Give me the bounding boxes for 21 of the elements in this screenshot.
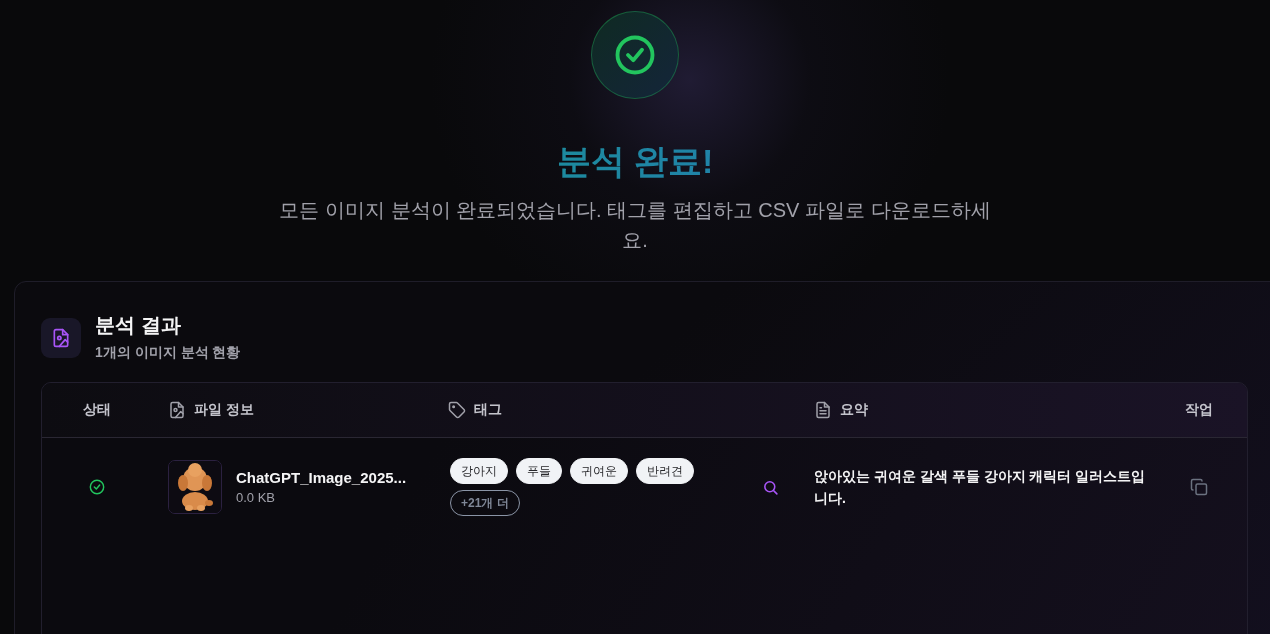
column-header: 상태 <box>83 401 111 419</box>
file-size: 0.0 KB <box>236 490 277 505</box>
page-subtitle: 모든 이미지 분석이 완료되었습니다. 태그를 편집하고 CSV 파일로 다운로드하세요. <box>278 198 992 253</box>
section-subtitle: 1개의 이미지 분석 현황 <box>95 344 241 362</box>
copy-icon <box>1189 478 1208 496</box>
column-header: 파일 정보 <box>194 401 254 419</box>
tag-icon <box>448 401 466 419</box>
tag-chip[interactable]: 귀여운 <box>570 458 628 484</box>
search-icon <box>761 478 779 496</box>
section-title: 분석 결과 <box>95 313 182 338</box>
file-image-icon <box>168 401 186 419</box>
column-header: 작업 <box>1184 401 1213 419</box>
document-icon <box>814 401 832 419</box>
column-header: 요약 <box>840 401 868 419</box>
column-header: 태그 <box>474 401 502 419</box>
tag-chip[interactable]: 강아지 <box>450 458 508 484</box>
tag-chip[interactable]: 푸들 <box>516 458 562 484</box>
tag-chip[interactable]: 반려견 <box>636 458 694 484</box>
summary-text: 앉아있는 귀여운 갈색 푸들 강아지 캐릭터 일러스트입니다. <box>814 467 1147 508</box>
file-name: ChatGPT_Image_2025... <box>236 469 407 486</box>
file-image-icon-glyph <box>51 328 71 348</box>
